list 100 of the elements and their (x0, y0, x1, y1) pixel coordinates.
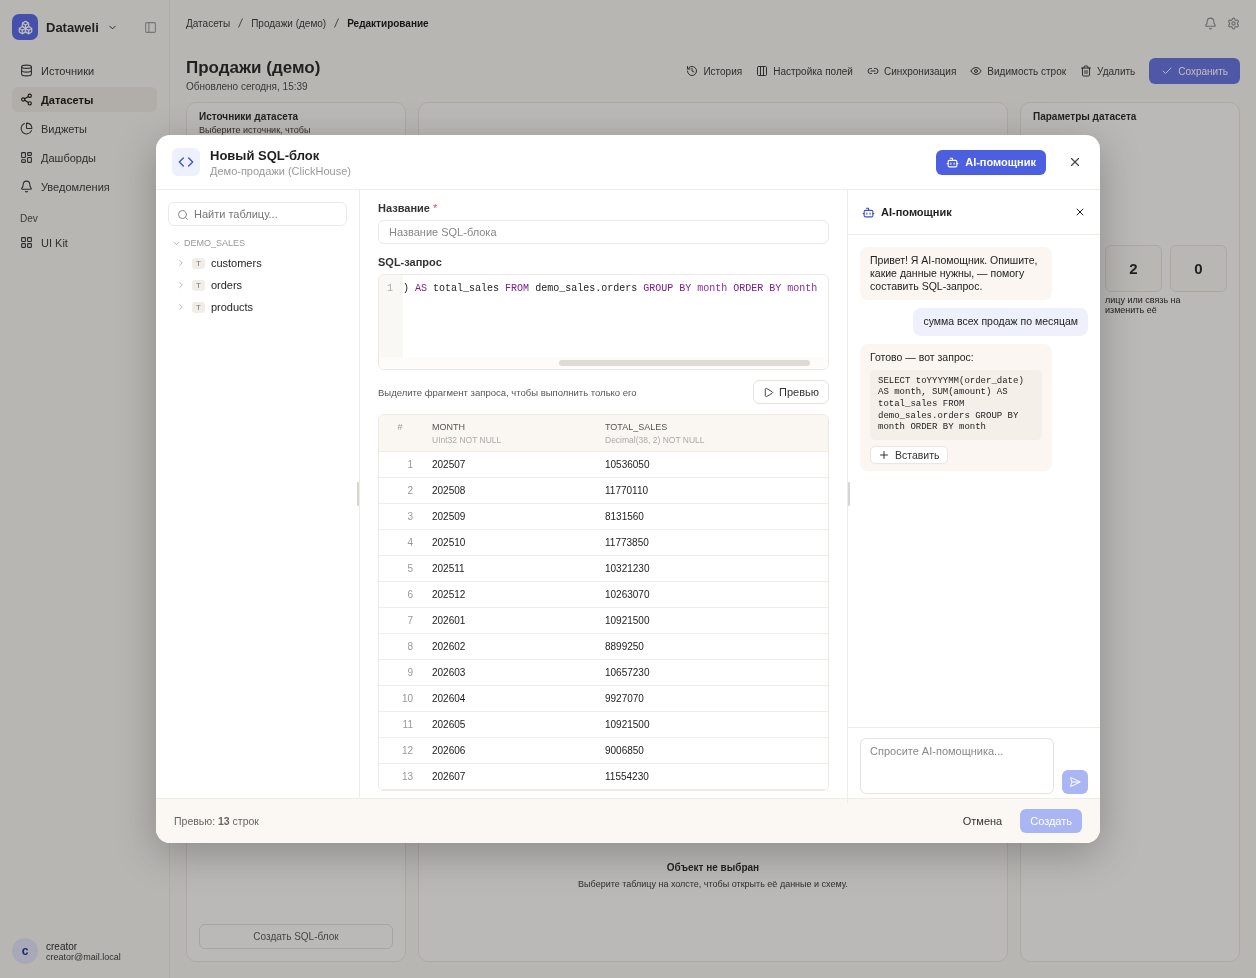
column-header: TOTAL_SALES (605, 421, 669, 432)
toolbar-button[interactable]: Сохранить (1149, 58, 1240, 84)
nav-item[interactable]: Виджеты (12, 116, 157, 141)
toolbar-button[interactable]: Видимость строк (970, 65, 1067, 77)
preview-status: Превью: 13 строк (174, 815, 260, 827)
brand-name[interactable]: Dataweli (46, 19, 99, 35)
plus-icon (878, 449, 890, 462)
row-number: 9 (406, 667, 414, 678)
table-name[interactable]: orders (210, 279, 243, 291)
nav-item[interactable]: UI Kit (12, 230, 157, 255)
chat-input[interactable]: Спросите AI-помощника... (860, 738, 1054, 794)
empty-title: Объект не выбран (666, 862, 760, 873)
scrollbar-thumb[interactable] (559, 360, 810, 366)
close-icon[interactable] (1074, 206, 1086, 218)
sql-editor[interactable]: 1 ) AS total_sales FROM demo_sales.orders GROUP BY month ORDER BY month (378, 274, 829, 370)
table-cell-text: 10536050 (604, 459, 651, 470)
toolbar-button[interactable]: Синхронизация (866, 65, 957, 77)
table-cell-text: 10921500 (604, 719, 651, 730)
table-cell-text: 202508 (431, 485, 467, 496)
row-number: 4 (406, 537, 414, 548)
history-icon (686, 65, 699, 77)
table-cell-text: 11770110 (604, 485, 649, 496)
chevron-right-icon[interactable] (176, 280, 186, 290)
settings-icon[interactable] (1227, 16, 1240, 30)
table-cell-text: 11554230 (604, 771, 650, 782)
preview-button[interactable]: Превью (753, 380, 829, 404)
card-title: Источники датасета (199, 111, 300, 122)
section-label: Dev (20, 213, 39, 224)
app-logo (12, 14, 38, 40)
chevron-right-icon[interactable] (176, 302, 186, 312)
toolbar-button[interactable]: Удалить (1080, 65, 1136, 77)
table-cell-text: 202605 (431, 719, 467, 730)
send-icon (1069, 776, 1081, 788)
table-cell-text: 10657230 (604, 667, 651, 678)
table-cell-text: 202510 (431, 537, 467, 548)
card-hint: Выберите источник, чтобы (199, 125, 312, 135)
chevron-right-icon[interactable] (176, 258, 186, 268)
table-name[interactable]: products (210, 301, 254, 313)
code-line: ) AS total_sales FROM demo_sales.orders GROUP BY month ORDER BY month (403, 282, 819, 296)
toolbar-button[interactable]: История (686, 65, 743, 77)
table-cell-text: 11773850 (604, 537, 650, 548)
table-cell-text: 202603 (431, 667, 467, 678)
column-type: Decimal(38, 2) NOT NULL (605, 434, 706, 445)
create-sql-button[interactable]: Создать SQL-блок (199, 924, 393, 949)
close-icon (1068, 155, 1082, 169)
grid-icon (20, 236, 33, 249)
row-number: 13 (400, 771, 414, 782)
table-type-badge: T (192, 279, 205, 291)
row-number: 11 (401, 719, 414, 730)
slash-icon (334, 18, 340, 28)
link-icon (866, 65, 879, 77)
card-title: Параметры датасета (1033, 111, 1138, 122)
row-number: 5 (406, 563, 414, 574)
column-header: MONTH (432, 421, 466, 432)
nav-item[interactable]: Уведомления (12, 174, 157, 199)
toolbar-button[interactable]: Настройка полей (756, 65, 853, 77)
resize-handle[interactable] (848, 482, 850, 506)
row-number: 2 (406, 485, 414, 496)
resize-handle[interactable] (357, 482, 359, 506)
row-number: 10 (400, 693, 414, 704)
search-icon (177, 209, 189, 221)
breadcrumb[interactable]: Датасеты (186, 17, 231, 29)
share-icon (20, 93, 33, 106)
insert-button[interactable]: Вставить (870, 446, 948, 465)
row-number: 12 (400, 745, 414, 756)
check-icon (1161, 65, 1174, 77)
nav-item[interactable]: Источники (12, 58, 157, 83)
nav-item[interactable]: Датасеты (12, 87, 157, 112)
trash-icon (1080, 65, 1093, 77)
bell-icon[interactable] (1204, 16, 1217, 30)
name-field[interactable]: Название SQL-блока (378, 220, 829, 244)
table-cell-text: 9006850 (604, 745, 645, 756)
stat-value: 0 (1170, 245, 1227, 292)
breadcrumb[interactable]: Продажи (демо) (251, 17, 327, 29)
table-search-field[interactable]: Найти таблицу... (168, 202, 347, 226)
table-type-badge: T (192, 301, 205, 313)
hint-text: Выделите фрагмент запроса, чтобы выполнить только его (378, 386, 637, 398)
field-label: Название (378, 202, 430, 214)
play-icon (763, 386, 775, 398)
row-number: 1 (406, 459, 414, 470)
breadcrumb[interactable]: Редактирование (347, 17, 429, 29)
field-label: SQL-запрос (378, 256, 443, 268)
dialog-title: Новый SQL-блок (210, 147, 321, 163)
cancel-button[interactable]: Отмена (954, 809, 1011, 833)
line-number: 1 (379, 275, 403, 357)
table-cell-text: 202511 (431, 563, 466, 574)
robot-icon (862, 205, 875, 219)
stat-value: 2 (1105, 245, 1162, 292)
columns-icon (756, 65, 769, 77)
eye-icon (970, 65, 983, 77)
table-cell-text: 10921500 (604, 615, 651, 626)
table-name[interactable]: customers (210, 257, 262, 269)
code-icon (172, 148, 200, 176)
ai-assistant-button[interactable]: AI-помощник (936, 149, 1046, 175)
table-cell-text: 9927070 (604, 693, 645, 704)
user-email: creator@mail.local (46, 951, 121, 962)
table-cell-text: 202604 (431, 693, 467, 704)
sidebar-toggle-icon[interactable] (144, 20, 157, 34)
nav-item[interactable]: Дашборды (12, 145, 157, 170)
user-avatar[interactable]: c (12, 938, 38, 964)
